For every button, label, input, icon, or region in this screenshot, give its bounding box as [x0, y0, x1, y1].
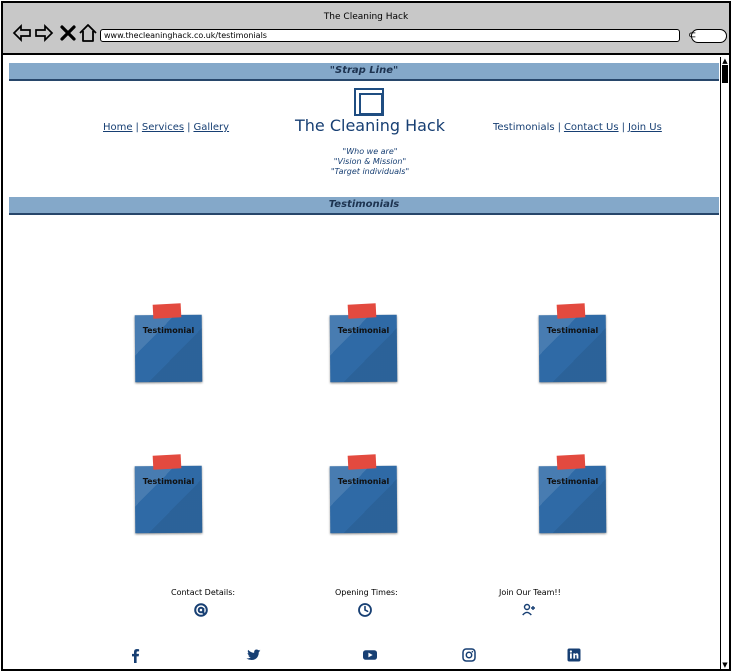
testimonial-note-5[interactable]: Testimonial: [329, 454, 402, 537]
mission-line: "Vision & Mission": [333, 157, 407, 166]
tape-strip: [556, 303, 586, 319]
note-paper: [134, 465, 203, 534]
mission-text: "Who we are" "Vision & Mission" "Target …: [320, 147, 420, 177]
youtube-icon[interactable]: [362, 647, 378, 663]
testimonial-note-3[interactable]: Testimonial: [538, 303, 611, 386]
add-user-icon[interactable]: [521, 602, 537, 618]
brand-title: The Cleaning Hack: [295, 116, 445, 135]
contact-details-label: Contact Details:: [171, 588, 236, 597]
note-paper: [329, 465, 398, 534]
testimonial-note-2[interactable]: Testimonial: [329, 303, 402, 386]
stop-icon[interactable]: [58, 23, 78, 43]
tape-strip: [152, 303, 182, 319]
testimonial-label: Testimonial: [142, 326, 195, 335]
join-team-label: Join Our Team!!: [499, 588, 561, 597]
menu-testimonials-link[interactable]: Testimonials: [493, 122, 555, 133]
testimonial-label: Testimonial: [546, 477, 599, 486]
testimonials-section-band: Testimonials: [9, 197, 719, 215]
testimonial-label: Testimonial: [142, 477, 195, 486]
note-paper: [134, 314, 203, 383]
linkedin-icon[interactable]: [566, 647, 582, 663]
note-paper: [538, 465, 607, 534]
menu-join-link[interactable]: Join Us: [628, 122, 662, 133]
tape-strip: [556, 454, 586, 470]
primary-menu-right: Testimonials | Contact Us | Join Us: [493, 121, 662, 135]
note-paper: [538, 314, 607, 383]
menu-separator: |: [557, 122, 561, 133]
home-icon[interactable]: [78, 23, 98, 43]
page-viewport: "Strap Line" The Cleaning Hack Home | Serv…: [3, 57, 719, 669]
at-icon[interactable]: [193, 602, 209, 618]
testimonial-note-6[interactable]: Testimonial: [538, 454, 611, 537]
mission-line: "Who we are": [342, 147, 398, 156]
menu-separator: |: [135, 122, 139, 133]
menu-home-link[interactable]: Home: [103, 122, 133, 133]
scroll-up-icon[interactable]: ▲: [721, 57, 729, 65]
note-paper: [329, 314, 398, 383]
browser-window: The Cleaning Hack www.thecleaninghack.co…: [1, 1, 731, 671]
strap-line-band: "Strap Line": [9, 63, 719, 81]
testimonial-label: Testimonial: [337, 326, 390, 335]
menu-separator: |: [621, 122, 625, 133]
search-box[interactable]: ⊂: [688, 29, 727, 43]
vertical-scrollbar[interactable]: ▲ ▼: [720, 57, 729, 669]
scroll-thumb[interactable]: [722, 65, 728, 83]
testimonial-note-4[interactable]: Testimonial: [134, 454, 207, 537]
tape-strip: [152, 454, 182, 470]
testimonial-label: Testimonial: [546, 326, 599, 335]
forward-icon[interactable]: [34, 23, 54, 43]
back-icon[interactable]: [12, 23, 32, 43]
instagram-icon[interactable]: [461, 647, 477, 663]
testimonial-label: Testimonial: [337, 477, 390, 486]
menu-services-link[interactable]: Services: [142, 122, 184, 133]
tape-strip: [347, 454, 377, 470]
opening-times-label: Opening Times:: [335, 588, 398, 597]
search-icon: ⊂: [688, 30, 697, 41]
menu-gallery-link[interactable]: Gallery: [193, 122, 229, 133]
brand-logo: [354, 88, 384, 116]
window-title: The Cleaning Hack: [323, 12, 409, 22]
scroll-down-icon[interactable]: ▼: [721, 661, 729, 669]
clock-icon[interactable]: [357, 602, 373, 618]
url-bar[interactable]: www.thecleaninghack.co.uk/testimonials: [100, 29, 680, 42]
menu-separator: |: [187, 122, 191, 133]
tape-strip: [347, 303, 377, 319]
twitter-icon[interactable]: [245, 647, 261, 663]
browser-titlebar: The Cleaning Hack www.thecleaninghack.co…: [3, 3, 729, 55]
testimonial-note-1[interactable]: Testimonial: [134, 303, 207, 386]
facebook-icon[interactable]: [127, 647, 143, 663]
menu-contact-link[interactable]: Contact Us: [564, 122, 619, 133]
primary-menu-left: Home | Services | Gallery: [103, 121, 229, 135]
mission-line: "Target individuals": [330, 167, 410, 176]
